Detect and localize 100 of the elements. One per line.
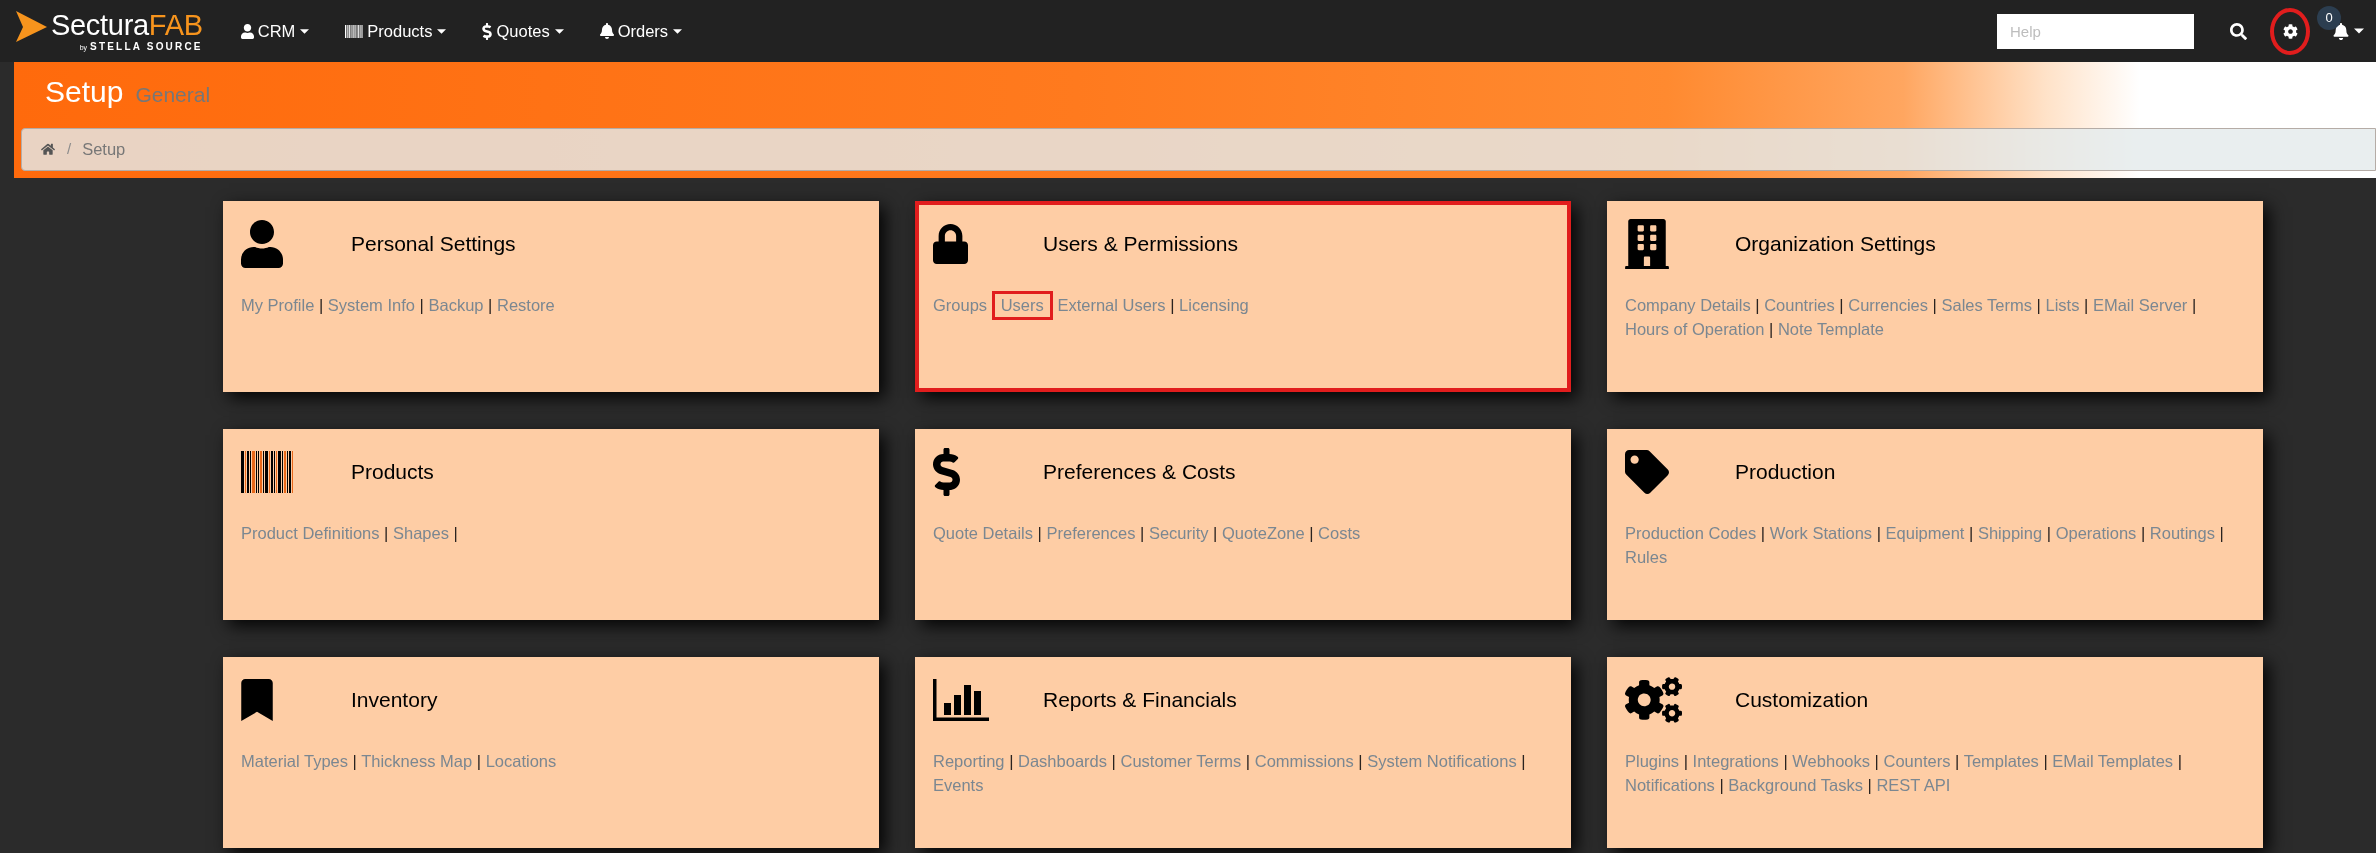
building-icon — [1625, 219, 1669, 269]
nav-menu-button[interactable]: Quotes — [482, 21, 564, 41]
setup-link[interactable]: Security — [1148, 524, 1209, 542]
page-subtitle: General — [135, 82, 211, 108]
setup-link[interactable]: Preferences — [1046, 524, 1136, 542]
setup-link[interactable]: Backup — [428, 296, 484, 314]
bell-icon[interactable] — [2333, 22, 2349, 40]
setup-link[interactable]: Shipping — [1977, 524, 2043, 542]
link-separator: | — [1140, 524, 1145, 542]
link-separator: | — [352, 752, 357, 770]
setup-link[interactable]: Events — [933, 776, 984, 794]
setup-link[interactable]: System Notifications — [1367, 752, 1517, 770]
setup-link[interactable]: Equipment — [1885, 524, 1965, 542]
setup-link[interactable]: Hours of Operation — [1625, 320, 1765, 338]
setup-link[interactable]: REST API — [1876, 776, 1951, 794]
section-title: Customization — [1735, 687, 1869, 713]
setup-link[interactable]: Production Codes — [1625, 524, 1757, 542]
link-separator: | — [2140, 524, 2146, 542]
setup-link[interactable]: Groups — [933, 296, 988, 314]
link-separator: | — [1037, 524, 1042, 542]
nav-menu-button[interactable]: Orders — [599, 21, 683, 41]
nav-menu-button[interactable]: Products — [345, 21, 447, 41]
setup-link[interactable]: QuoteZone — [1222, 524, 1305, 542]
link-separator: | — [1783, 752, 1788, 770]
setup-link[interactable]: Templates — [1963, 752, 2039, 770]
setup-link[interactable]: Product Definitions — [241, 524, 380, 542]
setup-link[interactable]: Dashboards — [1018, 752, 1107, 770]
setup-link[interactable]: Licensing — [1179, 296, 1249, 314]
search-icon[interactable] — [2230, 22, 2247, 40]
setup-link[interactable]: EMail Server — [2092, 296, 2188, 314]
setup-link[interactable]: Company Details — [1625, 296, 1751, 314]
bar-chart-icon — [933, 679, 989, 721]
setup-link[interactable]: Note Template — [1777, 320, 1884, 338]
settings-icon[interactable] — [2282, 23, 2298, 39]
setup-link[interactable]: Reporting — [933, 752, 1005, 770]
section-title: Users & Permissions — [1043, 231, 1238, 257]
setup-link[interactable]: Plugins — [1625, 752, 1680, 770]
setup-link[interactable]: Lists — [2045, 296, 2080, 314]
setup-link[interactable]: Restore — [497, 296, 555, 314]
link-separator: | — [1683, 752, 1688, 770]
link-separator: | — [1111, 752, 1116, 770]
setup-link[interactable]: Routings — [2149, 524, 2215, 542]
setup-link[interactable]: Integrations — [1692, 752, 1779, 770]
help-search-field[interactable]: Help — [1997, 13, 2194, 49]
barcode-icon — [241, 451, 293, 493]
setup-link[interactable]: Users — [991, 291, 1053, 320]
gears-icon — [1625, 677, 1682, 723]
caret-icon — [2354, 28, 2364, 34]
link-separator: | — [2036, 296, 2041, 314]
section-title: Production — [1735, 459, 1836, 485]
setup-link[interactable]: Thickness Map — [361, 752, 473, 770]
notification-badge: 0 — [2317, 5, 2341, 30]
link-separator: | — [318, 296, 324, 314]
setup-link[interactable]: My Profile — [241, 296, 315, 314]
setup-link[interactable]: Quote Details — [933, 524, 1033, 542]
setup-link[interactable]: Sales Terms — [1941, 296, 2032, 314]
link-separator: | — [1932, 296, 1937, 314]
link-separator: | — [453, 524, 458, 542]
home-icon[interactable] — [41, 143, 55, 156]
setup-link[interactable]: Costs — [1318, 524, 1361, 542]
bell-icon — [599, 23, 614, 39]
setup-link[interactable]: Background Tasks — [1728, 776, 1863, 794]
lock-icon — [933, 224, 968, 264]
setup-link[interactable]: Notifications — [1625, 776, 1715, 794]
link-separator: | — [419, 296, 424, 314]
breadcrumb-current: Setup — [82, 139, 126, 161]
link-separator: | — [1955, 752, 1960, 770]
link-separator: | — [1769, 320, 1774, 338]
link-separator: | — [1867, 776, 1872, 794]
setup-link[interactable]: Shapes — [393, 524, 449, 542]
section-title: Organization Settings — [1735, 231, 1936, 257]
setup-link[interactable]: Counters — [1883, 752, 1951, 770]
setup-link[interactable]: Currencies — [1848, 296, 1928, 314]
link-separator: | — [2043, 752, 2048, 770]
setup-link[interactable]: EMail Templates — [2052, 752, 2174, 770]
link-separator: | — [1876, 524, 1881, 542]
setup-link[interactable]: Webhooks — [1792, 752, 1870, 770]
setup-link[interactable]: Countries — [1764, 296, 1835, 314]
section-title: Preferences & Costs — [1043, 459, 1236, 485]
setup-link[interactable]: Commissions — [1254, 752, 1354, 770]
barcode-icon — [345, 24, 364, 38]
setup-link[interactable]: Work Stations — [1769, 524, 1873, 542]
setup-link[interactable]: System Info — [327, 296, 415, 314]
section-title: Inventory — [351, 687, 438, 713]
setup-link[interactable]: External Users — [1057, 296, 1166, 314]
caret-icon — [673, 28, 683, 34]
nav-menu-button[interactable]: CRM — [240, 21, 310, 41]
caret-icon — [300, 28, 310, 34]
setup-link[interactable]: Customer Terms — [1120, 752, 1242, 770]
setup-link[interactable]: Locations — [485, 752, 557, 770]
logo-wordmark: SecturaFAB — [51, 9, 203, 40]
link-separator: | — [1358, 752, 1363, 770]
link-separator: | — [1755, 296, 1760, 314]
setup-link[interactable]: Operations — [2055, 524, 2137, 542]
link-separator: | — [1009, 752, 1014, 770]
link-separator: | — [1719, 776, 1724, 794]
link-separator: | — [2046, 524, 2052, 542]
link-separator: | — [384, 524, 389, 542]
setup-link[interactable]: Rules — [1625, 548, 1668, 566]
setup-link[interactable]: Material Types — [241, 752, 348, 770]
